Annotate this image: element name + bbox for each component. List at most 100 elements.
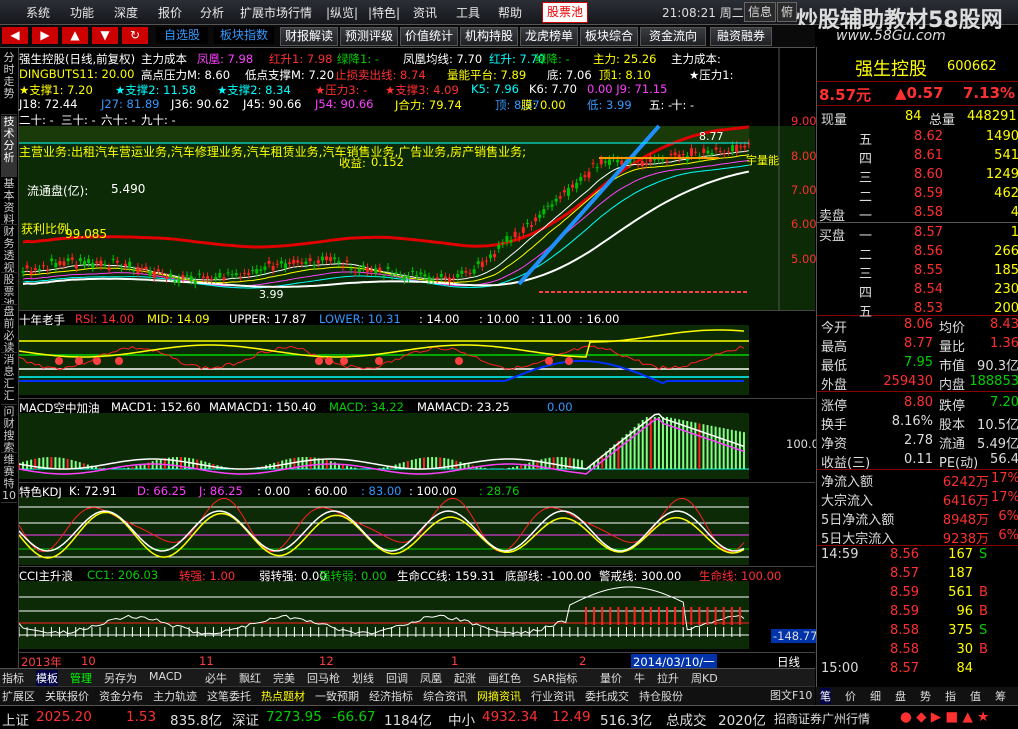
status-icons[interactable]: ● ◆ ▶ ■ ▲ ★ [900,709,989,725]
candle-body [62,261,66,266]
toolbar-btn-1[interactable]: 预测评级 [340,27,398,46]
indicator-tab-11[interactable]: 凤凰 [420,670,442,686]
indicator-tab-14[interactable]: SAR指标 [533,670,577,686]
right-tab-6[interactable]: 值 [970,688,981,704]
right-tab-0[interactable]: 笔 [820,688,831,704]
toolbar-btn-0[interactable]: 财报解读 [280,27,338,46]
macd-panel[interactable]: MACD空中加油 MACD1: 152.60 MAMACD1: 150.40 MACD… [19,398,819,483]
stock-pool-button[interactable]: 股票池 [542,2,589,23]
right-tab-1[interactable]: 价 [845,688,856,704]
left-tab-8[interactable]: 维赛特10 [1,454,17,503]
p4-val-6: : 100.00 [409,484,457,498]
indicator-tab-4[interactable]: MACD [149,670,182,683]
up-icon[interactable]: ▲ [62,27,88,44]
extension-tab-12[interactable]: 持仓股份 [639,688,683,704]
indicator-tab-13[interactable]: 画红色 [488,670,521,686]
left-tab-4[interactable]: 股票池 [1,274,17,305]
toolbar-sector-index[interactable]: 板块指数 [214,27,274,44]
forward-icon[interactable]: ▶ [32,27,58,44]
indicator-tab-17[interactable]: 拉升 [657,670,679,686]
left-tab-5[interactable]: 盘前必读 [1,306,17,353]
tick-price-2: 8.59 [890,585,919,600]
candle-body [197,273,201,275]
right-tab-2[interactable]: 细 [870,688,881,704]
toolbar-btn-3[interactable]: 机构持股 [460,27,518,46]
candle-body [304,261,308,264]
extension-tab-10[interactable]: 行业资讯 [531,688,575,704]
menu-item-4[interactable]: 分析 [200,4,224,21]
cci-panel[interactable]: CCI主升浪 CC1: 206.03 转强: 1.00 弱转强: 0.00 强转弱: 0… [19,566,820,653]
info-button[interactable]: 信息 [744,2,776,22]
menu-item-10[interactable]: 帮助 [498,4,522,21]
toolbar-btn-2[interactable]: 价值统计 [400,27,458,46]
rsi-panel[interactable]: 十年老手 RSI: 14.00 MID: 14.09 UPPER: 17.87 LOWE… [19,310,815,399]
menu-item-7[interactable]: |特色| [368,4,400,21]
right-tabs: 笔价细盘势指值筹 [816,687,1018,705]
indicator-tab-2[interactable]: 管理 [70,670,92,686]
down-icon[interactable]: ▼ [92,27,118,44]
candle-body [361,265,365,268]
extension-tab-3[interactable]: 主力轨迹 [153,688,197,704]
menu-item-3[interactable]: 报价 [158,4,182,21]
main-chart-panel[interactable]: 强生控股(日线,前复权) 主力成本 凤凰: 7.98 红升1: 7.98 绿降1: - 凤… [19,48,817,310]
extension-tab-4[interactable]: 这笔委托 [207,688,251,704]
extension-tab-2[interactable]: 资金分布 [99,688,143,704]
toolbar-btn-4[interactable]: 龙虎榜单 [520,27,578,46]
right-tab-5[interactable]: 指 [945,688,956,704]
indicator-tab-15[interactable]: 量价 [600,670,622,686]
extension-tab-0[interactable]: 扩展区 [2,688,35,704]
extension-tab-6[interactable]: 一致预期 [315,688,359,704]
right-tab-3[interactable]: 盘 [895,688,906,704]
toolbar-btn-7[interactable]: 融资融券 [710,27,772,46]
left-tab-0[interactable]: 分时走势 [1,52,17,115]
candle-body [308,258,312,262]
extension-tab-9[interactable]: 网摘资讯 [477,688,521,704]
ind1-1: 凤凰: 7.98 [197,52,254,66]
indicator-tab-12[interactable]: 起涨 [454,670,476,686]
extension-tab-7[interactable]: 经济指标 [369,688,413,704]
right-tab-7[interactable]: 筹 [995,688,1006,704]
indicator-tab-0[interactable]: 指标 [2,670,24,686]
back-icon[interactable]: ◀ [2,27,28,44]
toolbar-btn-6[interactable]: 资金流向 [640,27,706,46]
indicator-tab-9[interactable]: 划线 [352,670,374,686]
menu-item-1[interactable]: 功能 [70,4,94,21]
indicator-tab-16[interactable]: 牛 [634,670,645,686]
indicator-tab-7[interactable]: 完美 [273,670,295,686]
candle-body [242,272,246,274]
extension-tab-11[interactable]: 委托成交 [585,688,629,704]
extension-tab-8[interactable]: 综合资讯 [423,688,467,704]
menu-item-8[interactable]: 资讯 [413,4,437,21]
indicator-tab-3[interactable]: 另存为 [104,670,137,686]
tick-time-6: 15:00 [821,661,859,676]
left-tab-6[interactable]: 消息汇汇 [1,354,17,405]
menu-item-0[interactable]: 系统 [26,4,50,21]
menu-item-2[interactable]: 深度 [114,4,138,21]
extension-tab-1[interactable]: 关联报价 [45,688,89,704]
menu-item-6[interactable]: |纵览| [326,4,358,21]
indicator-tab-5[interactable]: 必牛 [205,670,227,686]
right-tab-4[interactable]: 势 [920,688,931,704]
extension-tab-5[interactable]: 热点题材 [261,688,305,704]
kdj-panel[interactable]: 特色KDJ K: 72.91 D: 66.25 J: 86.25: 0.00: 60.… [19,482,815,567]
indicator-tab-6[interactable]: 飘红 [239,670,261,686]
left-tab-7[interactable]: 问财搜索 [1,406,17,453]
toolbar-watchlist[interactable]: 自选股 [156,27,208,44]
menu-item-5[interactable]: 扩展市场行情 [240,4,312,21]
profit-label: 获利比例 [21,222,70,236]
left-tab-2[interactable]: 基本资料 [1,178,17,225]
indicator-tab-8[interactable]: 回马枪 [307,670,340,686]
indicator-tab-18[interactable]: 周KD [691,670,718,686]
left-tab-1[interactable]: 技术分析 [1,116,17,177]
candle-body [456,274,460,278]
candle-body [107,267,111,271]
window-button[interactable]: 俯 [777,2,797,22]
indicator-tab-1[interactable]: 模板 [36,670,58,686]
left-tab-3[interactable]: 财务透视 [1,226,17,273]
menu-item-9[interactable]: 工具 [456,4,480,21]
indicator-tab-10[interactable]: 回调 [386,670,408,686]
refresh-icon[interactable]: ↻ [122,27,148,44]
tick-price-0: 8.56 [890,547,919,562]
f10-button[interactable]: 图文F10 [770,687,812,703]
toolbar-btn-5[interactable]: 板块综合 [580,27,638,46]
